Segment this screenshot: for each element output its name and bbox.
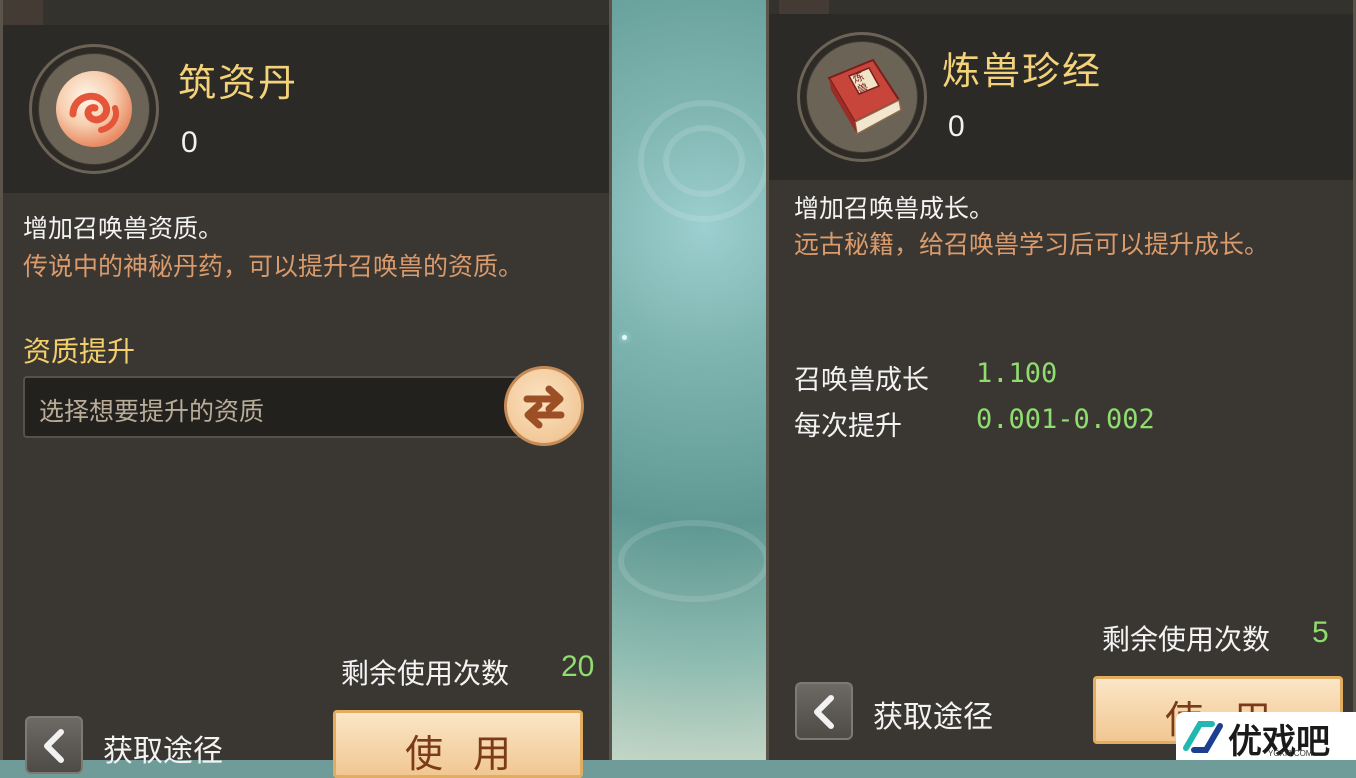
remaining-uses-value: 5	[1312, 616, 1329, 649]
item-panel-right: 炼兽 炼兽珍经 0 增加召唤兽成长。 远古秘籍，给召唤兽学习后可以提升成长。 召…	[766, 0, 1356, 760]
logo-icon	[1183, 721, 1223, 753]
sparkle	[622, 335, 627, 340]
item-panel-left: 筑资丹 0 增加召唤兽资质。 传说中的神秘丹药，可以提升召唤兽的资质。 资质提升…	[0, 0, 612, 778]
use-button-label: 使用	[404, 732, 541, 776]
source-label[interactable]: 获取途径	[873, 692, 993, 736]
use-button[interactable]: 使用	[333, 710, 583, 778]
source-button[interactable]	[25, 716, 83, 774]
aptitude-select-placeholder: 选择想要提升的资质	[39, 397, 265, 426]
item-description: 增加召唤兽资质。	[23, 214, 224, 243]
source-button[interactable]	[795, 682, 853, 740]
pill-orb-icon	[56, 71, 132, 147]
stat-value-growth: 1.100	[976, 358, 1058, 389]
remaining-uses-label: 剩余使用次数	[341, 657, 510, 690]
book-icon	[827, 58, 902, 136]
cloud-swirl	[618, 520, 770, 602]
section-title: 资质提升	[23, 335, 136, 368]
source-label[interactable]: 获取途径	[103, 726, 223, 770]
chevron-left-icon	[814, 695, 834, 729]
remaining-uses-value: 20	[561, 650, 595, 683]
chevron-left-icon	[44, 729, 64, 763]
remaining-uses-label: 剩余使用次数	[1102, 623, 1271, 656]
swap-button[interactable]	[504, 366, 584, 446]
item-count: 0	[948, 110, 965, 143]
watermark-domain: YOXI8.COM	[1268, 749, 1313, 758]
item-count: 0	[181, 126, 198, 159]
stat-label-increment: 每次提升	[794, 411, 902, 442]
item-name: 筑资丹	[178, 61, 299, 105]
stat-label-growth: 召唤兽成长	[794, 365, 929, 396]
item-lore: 远古秘籍，给召唤兽学习后可以提升成长。	[794, 230, 1270, 259]
item-description: 增加召唤兽成长。	[794, 194, 995, 223]
swap-arrows-icon	[523, 385, 565, 429]
stat-value-increment: 0.001-0.002	[976, 404, 1155, 435]
cloud-swirl	[663, 125, 745, 197]
watermark-logo: 优戏吧 YOXI8.COM	[1176, 712, 1356, 762]
item-lore: 传说中的神秘丹药，可以提升召唤兽的资质。	[23, 252, 524, 281]
background-scenery	[608, 0, 770, 760]
aptitude-select[interactable]: 选择想要提升的资质	[23, 376, 523, 438]
item-name: 炼兽珍经	[942, 49, 1103, 93]
